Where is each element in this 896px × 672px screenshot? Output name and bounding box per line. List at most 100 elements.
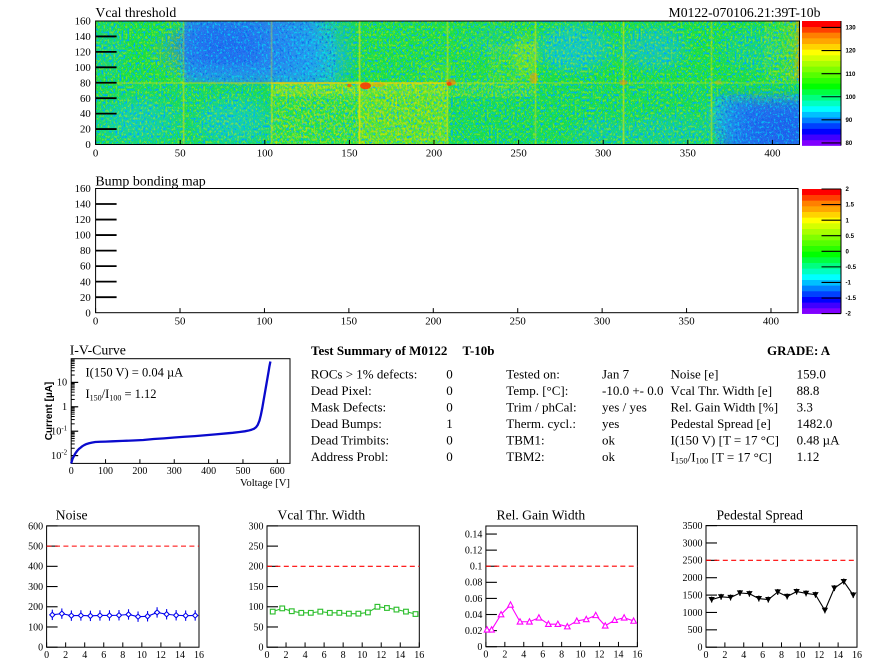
svg-text:Bump bonding map: Bump bonding map xyxy=(95,174,205,189)
svg-text:Voltage [V]: Voltage [V] xyxy=(240,477,290,489)
svg-text:2: 2 xyxy=(63,650,68,661)
svg-text:0: 0 xyxy=(38,643,43,654)
svg-text:Dead Trimbits:: Dead Trimbits: xyxy=(311,433,389,448)
svg-text:0: 0 xyxy=(446,433,453,448)
svg-text:12: 12 xyxy=(156,650,166,661)
svg-text:160: 160 xyxy=(75,16,91,28)
svg-text:100: 100 xyxy=(257,147,273,159)
svg-text:200: 200 xyxy=(28,602,43,613)
svg-text:140: 140 xyxy=(75,199,91,211)
svg-text:-10.0 +- 0.0: -10.0 +- 0.0 xyxy=(602,383,664,398)
svg-text:TBM2:: TBM2: xyxy=(506,449,544,464)
svg-text:1: 1 xyxy=(62,402,67,413)
svg-text:1000: 1000 xyxy=(683,608,703,619)
svg-text:M0122-070106.21:39T-10b: M0122-070106.21:39T-10b xyxy=(669,5,821,20)
svg-text:120: 120 xyxy=(75,214,91,226)
svg-text:300: 300 xyxy=(595,147,611,159)
svg-text:80: 80 xyxy=(80,245,91,257)
svg-text:Noise: Noise xyxy=(56,508,88,523)
svg-text:2000: 2000 xyxy=(683,573,703,584)
svg-text:0.14: 0.14 xyxy=(465,529,483,540)
svg-text:12: 12 xyxy=(814,650,824,661)
svg-text:14: 14 xyxy=(613,650,623,661)
svg-text:0: 0 xyxy=(446,367,453,382)
svg-text:0: 0 xyxy=(446,383,453,398)
svg-text:400: 400 xyxy=(28,562,43,573)
svg-text:100: 100 xyxy=(249,602,264,613)
svg-text:150: 150 xyxy=(341,147,357,159)
svg-text:14: 14 xyxy=(395,650,405,661)
svg-text:6: 6 xyxy=(760,650,765,661)
svg-text:250: 250 xyxy=(510,316,526,328)
svg-text:20: 20 xyxy=(80,292,91,304)
svg-text:159.0: 159.0 xyxy=(797,367,826,382)
svg-text:8: 8 xyxy=(779,650,784,661)
svg-text:12: 12 xyxy=(376,650,386,661)
svg-text:2: 2 xyxy=(502,650,507,661)
svg-text:8: 8 xyxy=(559,650,564,661)
svg-text:1482.0: 1482.0 xyxy=(797,416,833,431)
svg-text:GRADE: A: GRADE: A xyxy=(767,343,831,358)
svg-text:T-10b: T-10b xyxy=(463,343,495,358)
svg-text:12: 12 xyxy=(595,650,605,661)
svg-text:Rel. Gain Width: Rel. Gain Width xyxy=(497,508,586,523)
svg-text:6: 6 xyxy=(101,650,106,661)
svg-text:140: 140 xyxy=(75,31,91,43)
svg-text:ok: ok xyxy=(602,433,616,448)
svg-text:-1: -1 xyxy=(846,280,852,287)
svg-text:Pedestal Spread: Pedestal Spread xyxy=(717,508,804,523)
svg-text:88.8: 88.8 xyxy=(797,383,820,398)
svg-text:600: 600 xyxy=(270,466,285,477)
svg-text:14: 14 xyxy=(175,650,185,661)
svg-text:600: 600 xyxy=(28,521,43,532)
svg-text:10: 10 xyxy=(576,650,586,661)
svg-text:160: 160 xyxy=(75,183,91,195)
svg-text:0: 0 xyxy=(259,643,264,654)
svg-text:200: 200 xyxy=(132,466,147,477)
svg-text:2: 2 xyxy=(722,650,727,661)
svg-text:Address Probl:: Address Probl: xyxy=(311,449,389,464)
svg-text:60: 60 xyxy=(80,261,91,273)
svg-text:0.04: 0.04 xyxy=(465,610,483,621)
svg-text:0.12: 0.12 xyxy=(465,546,483,557)
svg-text:300: 300 xyxy=(167,466,182,477)
svg-text:500: 500 xyxy=(235,466,250,477)
svg-text:1: 1 xyxy=(446,416,453,431)
svg-text:100: 100 xyxy=(75,230,91,242)
svg-text:50: 50 xyxy=(175,316,186,328)
svg-text:200: 200 xyxy=(425,316,441,328)
svg-text:-0.5: -0.5 xyxy=(846,264,857,271)
svg-text:200: 200 xyxy=(426,147,442,159)
svg-text:0: 0 xyxy=(446,449,453,464)
svg-text:40: 40 xyxy=(80,276,91,288)
svg-text:16: 16 xyxy=(632,650,642,661)
svg-text:350: 350 xyxy=(680,147,696,159)
svg-text:16: 16 xyxy=(852,650,862,661)
svg-text:4: 4 xyxy=(82,650,87,661)
svg-text:Dead Bumps:: Dead Bumps: xyxy=(311,416,382,431)
svg-text:Dead Pixel:: Dead Pixel: xyxy=(311,383,372,398)
svg-text:Tested on:: Tested on: xyxy=(506,367,560,382)
svg-text:3.3: 3.3 xyxy=(797,400,813,415)
svg-text:1.12: 1.12 xyxy=(797,449,820,464)
svg-text:50: 50 xyxy=(254,622,264,633)
svg-text:Vcal Thr. Width: Vcal Thr. Width xyxy=(278,508,366,523)
svg-text:0: 0 xyxy=(93,147,98,159)
svg-text:200: 200 xyxy=(249,562,264,573)
svg-text:Noise [e]: Noise [e] xyxy=(671,367,719,382)
svg-text:0: 0 xyxy=(698,643,703,654)
svg-text:0.48 µA: 0.48 µA xyxy=(797,433,840,448)
svg-text:Jan 7: Jan 7 xyxy=(602,367,630,382)
svg-text:TBM1:: TBM1: xyxy=(506,433,544,448)
svg-text:I-V-Curve: I-V-Curve xyxy=(70,342,126,357)
svg-text:8: 8 xyxy=(341,650,346,661)
svg-text:Rel. Gain Width [%]: Rel. Gain Width [%] xyxy=(671,400,779,415)
svg-text:-2: -2 xyxy=(846,311,852,318)
svg-text:100: 100 xyxy=(256,316,272,328)
svg-text:80: 80 xyxy=(846,140,853,147)
svg-text:1.5: 1.5 xyxy=(846,202,855,209)
svg-text:300: 300 xyxy=(249,521,264,532)
svg-text:10: 10 xyxy=(795,650,805,661)
svg-text:16: 16 xyxy=(414,650,424,661)
svg-text:500: 500 xyxy=(688,625,703,636)
